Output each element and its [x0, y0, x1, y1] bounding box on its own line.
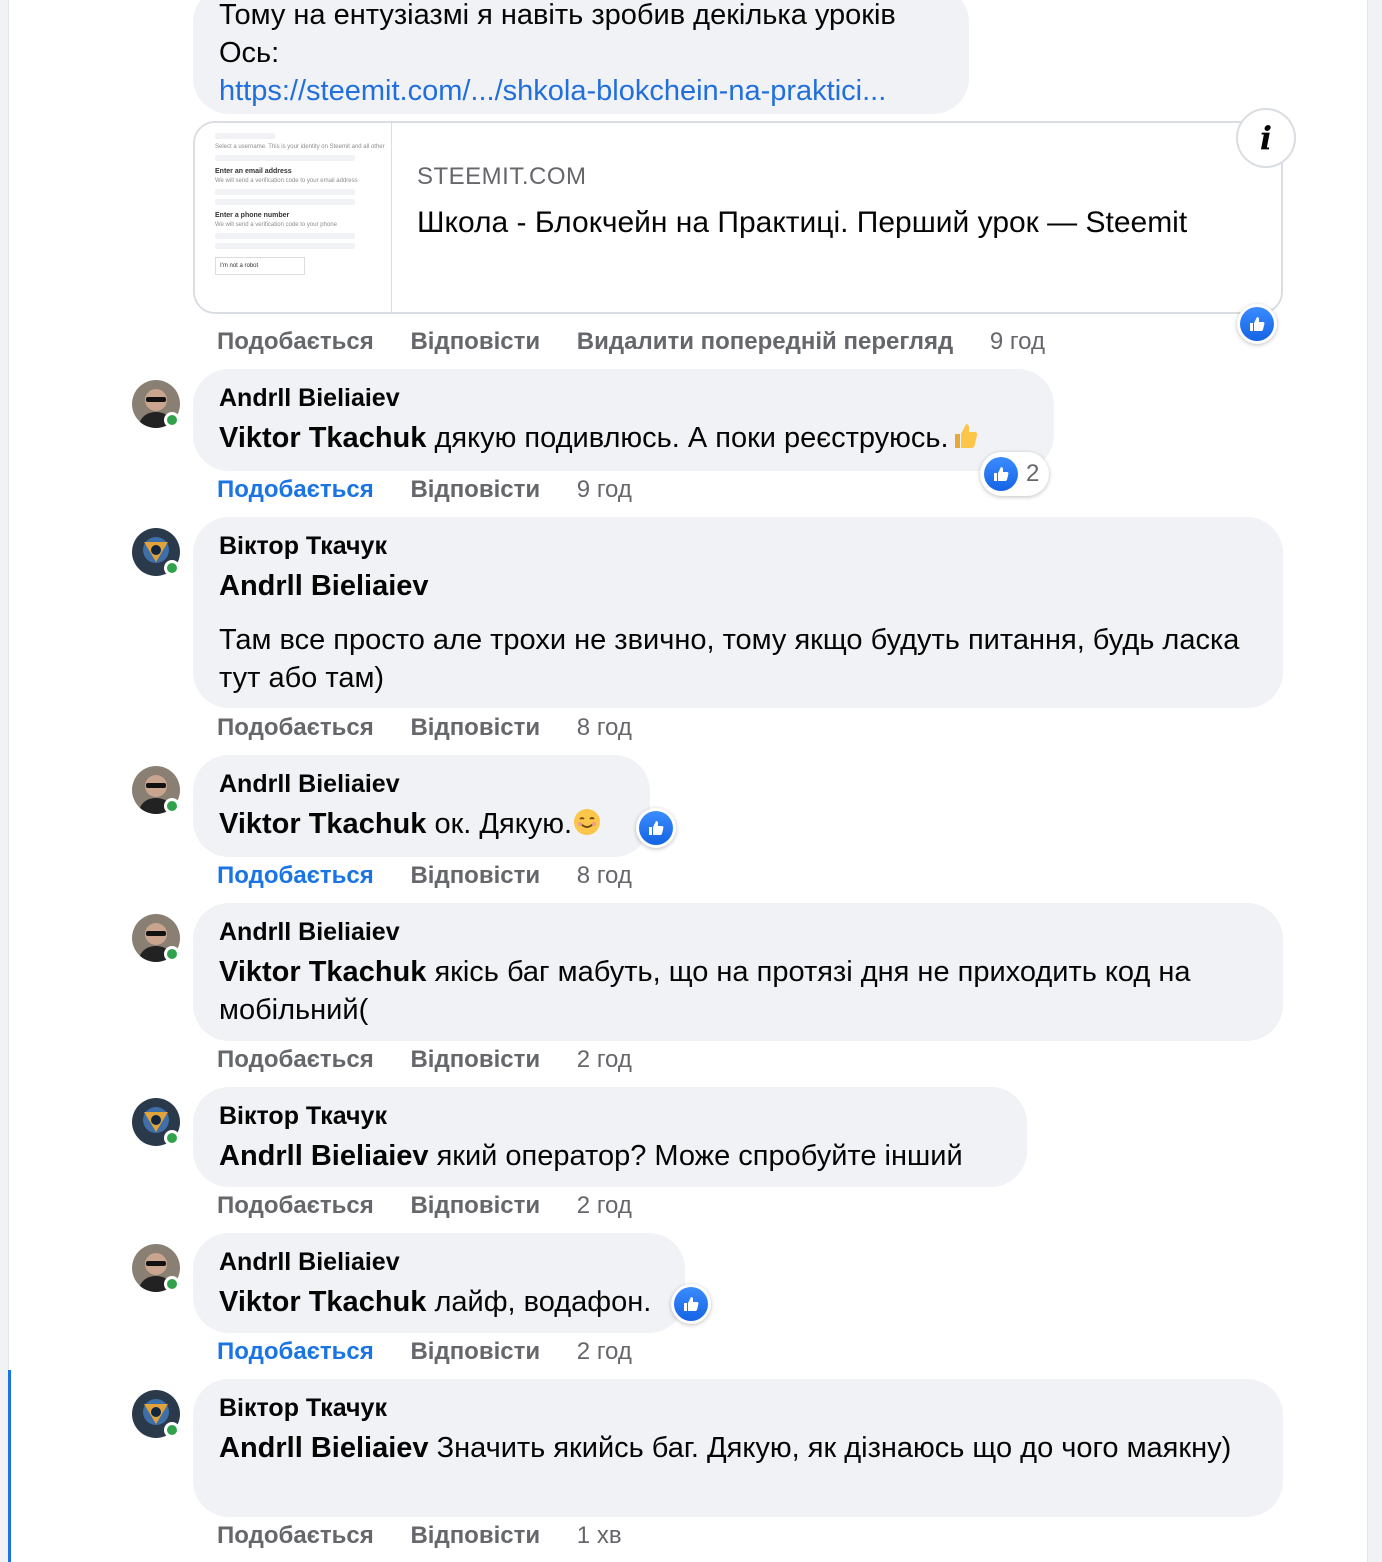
- comment-author[interactable]: Andrll Bieliaiev: [219, 917, 1257, 947]
- comment-time[interactable]: 2 год: [577, 1046, 632, 1073]
- reaction-count: 2: [1026, 460, 1040, 487]
- like-button[interactable]: Подобається: [217, 862, 374, 889]
- remove-preview-button[interactable]: Видалити попередній перегляд: [577, 328, 953, 355]
- thread-indicator: [8, 1370, 11, 1562]
- thumbs-up-emoji-icon: [949, 421, 979, 461]
- mention-link[interactable]: Viktor Tkachuk: [219, 422, 426, 454]
- comment-link[interactable]: https://steemit.com/.../shkola-blokchein…: [219, 72, 943, 110]
- comment-text-line2: Ось:: [219, 37, 280, 69]
- comment-time[interactable]: 8 год: [577, 862, 632, 889]
- like-button[interactable]: Подобається: [217, 476, 374, 503]
- like-reaction-badge[interactable]: [671, 1284, 711, 1324]
- comment-bubble: Andrll Bieliaiev Viktor Tkachuk ок. Дяку…: [193, 755, 650, 857]
- info-icon[interactable]: i: [1236, 108, 1296, 168]
- thumbs-up-icon: [649, 821, 664, 835]
- comment-actions-top: Подобається Відповісти Видалити попередн…: [217, 328, 1075, 356]
- comment-author[interactable]: Віктор Ткачук: [219, 531, 1257, 561]
- comment-bubble: Віктор Ткачук Andrll Bieliaiev Там все п…: [193, 517, 1283, 708]
- comment-text-line1: Тому на ентузіазмі я навіть зробив декіл…: [219, 0, 896, 31]
- like-reaction-badge[interactable]: [636, 808, 676, 848]
- comment-bubble-top: Тому на ентузіазмі я навіть зробив декіл…: [193, 0, 969, 114]
- comment-bubble: Andrll Bieliaiev Viktor Tkachuk лайф, во…: [193, 1233, 685, 1333]
- comment-actions: Подобається Відповісти 1 хв: [217, 1522, 652, 1550]
- comment-actions: Подобається Відповісти 2 год: [217, 1046, 662, 1074]
- reply-button[interactable]: Відповісти: [410, 328, 540, 355]
- comment-author[interactable]: Andrll Bieliaiev: [219, 383, 1028, 413]
- comment-bubble: Andrll Bieliaiev Viktor Tkachuk дякую по…: [193, 369, 1054, 471]
- link-preview-title: Школа - Блокчейн на Практиці. Перший уро…: [417, 206, 1188, 239]
- mention-link[interactable]: Andrll Bieliaiev: [219, 567, 1257, 605]
- comment-text: який оператор? Може спробуйте інший: [428, 1140, 963, 1172]
- like-button[interactable]: Подобається: [217, 1192, 374, 1219]
- comment-actions: Подобається Відповісти 8 год: [217, 862, 662, 890]
- mention-link[interactable]: Andrll Bieliaiev: [219, 1432, 429, 1464]
- thumbs-up-icon: [1250, 317, 1265, 331]
- comment-bubble: Віктор Ткачук Andrll Bieliaiev Значить я…: [193, 1379, 1283, 1517]
- comment-actions: Подобається Відповісти 2 год: [217, 1192, 662, 1220]
- like-reaction-badge[interactable]: [1237, 304, 1277, 344]
- online-status-dot: [164, 798, 180, 814]
- comment-time[interactable]: 8 год: [577, 714, 632, 741]
- comment-time[interactable]: 1 хв: [577, 1522, 622, 1549]
- online-status-dot: [164, 1276, 180, 1292]
- comment-actions: Подобається Відповісти 8 год: [217, 714, 662, 742]
- online-status-dot: [164, 560, 180, 576]
- like-button[interactable]: Подобається: [217, 1522, 374, 1549]
- thumb-heading-phone: Enter a phone number: [215, 212, 290, 219]
- mention-link[interactable]: Viktor Tkachuk: [219, 1286, 426, 1318]
- link-preview-card[interactable]: Select a username. This is your identity…: [193, 121, 1283, 314]
- reaction-summary[interactable]: 2: [980, 452, 1050, 496]
- like-button[interactable]: Подобається: [217, 1046, 374, 1073]
- reply-button[interactable]: Відповісти: [410, 714, 540, 741]
- online-status-dot: [164, 412, 180, 428]
- online-status-dot: [164, 946, 180, 962]
- mention-link[interactable]: Viktor Tkachuk: [219, 956, 426, 988]
- comment-text: Там все просто але трохи не звично, тому…: [219, 624, 1240, 694]
- reply-button[interactable]: Відповісти: [410, 1338, 540, 1365]
- comment-actions: Подобається Відповісти 9 год: [217, 476, 662, 504]
- mention-link[interactable]: Viktor Tkachuk: [219, 808, 426, 840]
- comment-author[interactable]: Віктор Ткачук: [219, 1101, 1001, 1131]
- comment-text: ок. Дякую.: [426, 808, 573, 840]
- thumbs-up-icon: [684, 1297, 699, 1311]
- like-button[interactable]: Подобається: [217, 1338, 374, 1365]
- online-status-dot: [164, 1422, 180, 1438]
- link-preview-domain: STEEMIT.COM: [417, 163, 587, 190]
- reply-button[interactable]: Відповісти: [410, 1522, 540, 1549]
- thumb-heading-email: Enter an email address: [215, 168, 292, 175]
- reply-button[interactable]: Відповісти: [410, 476, 540, 503]
- comment-bubble: Віктор Ткачук Andrll Bieliaiev який опер…: [193, 1087, 1027, 1187]
- like-button[interactable]: Подобається: [217, 714, 374, 741]
- thumb-robot-label: I'm not a robot: [220, 263, 259, 269]
- comment-time[interactable]: 2 год: [577, 1338, 632, 1365]
- online-status-dot: [164, 1130, 180, 1146]
- comment-text: дякую подивлюсь. А поки реєструюсь.: [426, 422, 949, 454]
- comment-author[interactable]: Andrll Bieliaiev: [219, 1247, 659, 1277]
- comment-text: Значить якийсь баг. Дякую, як дізнаюсь щ…: [428, 1432, 1232, 1464]
- reply-button[interactable]: Відповісти: [410, 1192, 540, 1219]
- comment-author[interactable]: Andrll Bieliaiev: [219, 769, 624, 799]
- comment-actions: Подобається Відповісти 2 год: [217, 1338, 662, 1366]
- reply-button[interactable]: Відповісти: [410, 1046, 540, 1073]
- smiling-face-emoji-icon: [572, 807, 602, 847]
- like-button[interactable]: Подобається: [217, 328, 374, 355]
- comment-author[interactable]: Віктор Ткачук: [219, 1393, 1257, 1423]
- comment-time[interactable]: 9 год: [990, 328, 1045, 355]
- link-preview-thumbnail: Select a username. This is your identity…: [195, 123, 392, 312]
- mention-link[interactable]: Andrll Bieliaiev: [219, 1140, 429, 1172]
- comment-time[interactable]: 2 год: [577, 1192, 632, 1219]
- comment-bubble: Andrll Bieliaiev Viktor Tkachuk якісь ба…: [193, 903, 1283, 1041]
- comment-text: лайф, водафон.: [426, 1286, 652, 1318]
- comment-time[interactable]: 9 год: [577, 476, 632, 503]
- reply-button[interactable]: Відповісти: [410, 862, 540, 889]
- thumbs-up-icon: [994, 467, 1009, 481]
